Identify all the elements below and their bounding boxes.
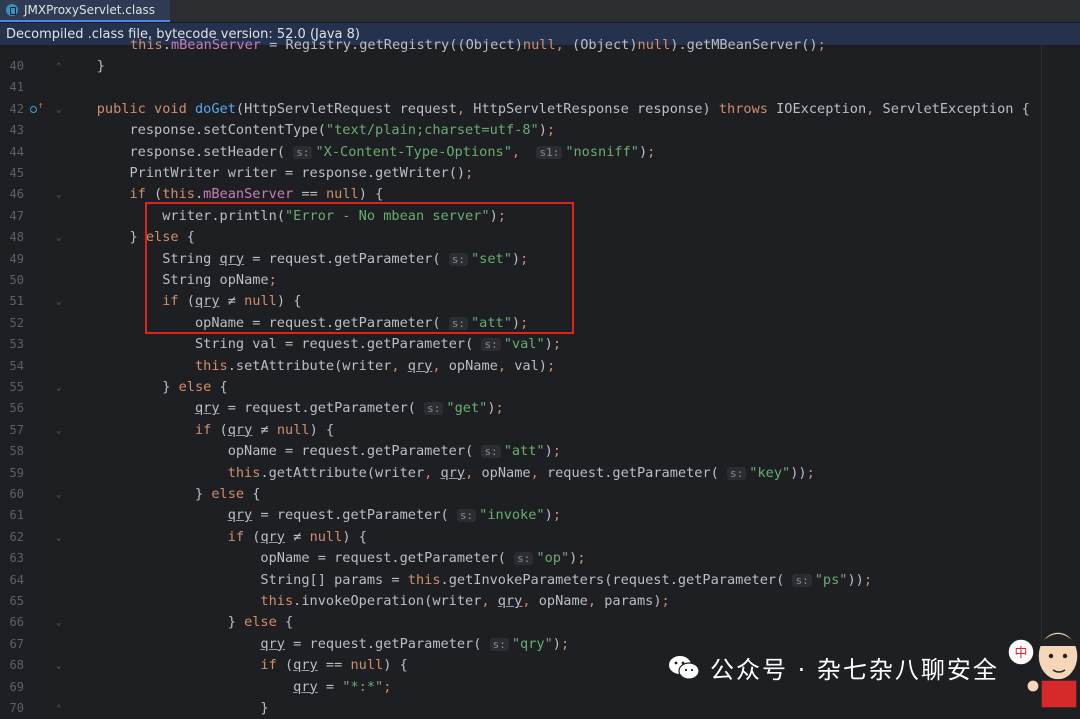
line-number: 49: [9, 251, 24, 266]
code-line: this.getAttribute(writer, qry, opName, r…: [227, 464, 815, 481]
fold-marker-icon[interactable]: ⌄: [56, 662, 64, 671]
fold-marker-icon[interactable]: ⌃: [56, 705, 64, 714]
fold-marker-icon[interactable]: ⌄: [56, 105, 64, 114]
fold-marker-icon[interactable]: ⌄: [56, 533, 64, 542]
tab-jmxproxyservlet[interactable]: JMXProxyServlet.class: [0, 0, 170, 22]
line-number: 67: [9, 636, 24, 651]
code-line: this.setAttribute(writer, qry, opName, v…: [194, 357, 556, 374]
code-line: if (qry ≠ null) {: [227, 528, 367, 545]
line-number: 62: [9, 529, 24, 544]
code-line: qry = request.getParameter( s: "get");: [194, 400, 504, 417]
line-number: 57: [9, 422, 24, 437]
fold-marker-icon[interactable]: ⌄: [56, 298, 64, 307]
tab-title: JMXProxyServlet.class: [24, 3, 156, 17]
code-line: }: [96, 58, 105, 74]
line-number: 55: [9, 380, 24, 394]
code-line: this.invokeOperation(writer, qry, opName…: [260, 593, 670, 609]
line-number: 58: [9, 444, 24, 459]
line-number: 44: [9, 144, 24, 159]
line-number: 56: [9, 401, 24, 416]
code-line: response.setHeader( s: "X-Content-Type-Op…: [129, 143, 656, 160]
right-margin-guide: [1041, 45, 1042, 708]
line-number: 65: [9, 594, 24, 608]
avatar-badge-text: 中: [1014, 646, 1027, 661]
line-number: 69: [9, 679, 24, 694]
line-number: 63: [9, 551, 24, 566]
line-number: 45: [9, 166, 24, 180]
code-line: } else {: [227, 614, 294, 631]
line-number: 46: [9, 187, 24, 202]
highlight-box: [145, 202, 574, 334]
code-line-partial: this.mBeanServer = Registry.getRegistry(…: [130, 36, 826, 53]
line-number: 51: [9, 294, 24, 309]
fold-marker-icon[interactable]: ⌄: [56, 191, 64, 200]
line-number: 41: [9, 80, 24, 95]
code-line: } else {: [194, 486, 261, 502]
line-number: 43: [9, 123, 24, 138]
fold-marker-icon[interactable]: ⌃: [56, 63, 64, 72]
class-file-icon: [6, 4, 18, 16]
code-line: public void doGet(HttpServletRequest req…: [96, 100, 1030, 117]
code-line: } else {: [162, 379, 228, 395]
code-line: if (qry ≠ null) {: [194, 421, 335, 438]
fold-marker-icon[interactable]: ⌄: [56, 426, 64, 435]
wechat-icon: [669, 655, 700, 680]
override-marker-icon[interactable]: [30, 105, 37, 113]
fold-marker-icon[interactable]: ⌄: [56, 384, 64, 393]
code-line: qry = request.getParameter( s: "invoke");: [227, 507, 561, 524]
line-number: 66: [9, 615, 24, 630]
code-area[interactable]: this.mBeanServer = Registry.getRegistry(…: [80, 37, 1080, 716]
code-line: qry = "*:*";: [293, 678, 392, 695]
override-arrow-icon: ↑: [38, 100, 44, 111]
code-line: String[] params = this.getInvokeParamete…: [260, 571, 873, 588]
code-line: opName = request.getParameter( s: "op");: [260, 550, 586, 567]
line-number: 42: [9, 101, 24, 116]
line-number: 60: [9, 487, 24, 501]
code-line: response.setContentType("text/plain;char…: [129, 122, 556, 139]
code-line: opName = request.getParameter( s: "att");: [227, 443, 561, 460]
watermark-text: 公众号 · 杂七杂八聊安全: [710, 656, 999, 684]
line-number: 53: [9, 337, 24, 352]
line-number: 61: [9, 508, 24, 523]
watermark: 公众号 · 杂七杂八聊安全: [668, 650, 999, 685]
fold-marker-icon[interactable]: ⌄: [56, 234, 64, 243]
line-number: 40: [9, 59, 24, 73]
code-line: if (qry == null) {: [260, 657, 408, 674]
fold-marker-icon[interactable]: ⌄: [56, 619, 64, 628]
code-line: PrintWriter writer = response.getWriter(…: [129, 165, 474, 181]
line-number: 70: [9, 701, 24, 715]
code-line: qry = request.getParameter( s: "qry");: [260, 635, 570, 652]
line-number: 68: [9, 658, 24, 673]
line-number: 54: [9, 358, 24, 373]
line-number: 59: [9, 465, 24, 480]
line-number: 47: [9, 208, 24, 223]
line-number: 48: [9, 230, 24, 245]
line-number: 64: [9, 572, 24, 587]
code-editor[interactable]: 40 ⌃ 41 42 ⌄ ↑ 43 44 45 46 ⌄ 47 48 ⌄ 49 50 51 ⌄ 52 53 54 55 ⌄ 5…: [0, 37, 1080, 716]
code-line: }: [260, 700, 269, 716]
editor-tab-bar: JMXProxyServlet.class: [0, 0, 1080, 23]
line-number: 50: [9, 273, 24, 287]
cartoon-avatar-image: 中: [1007, 631, 1079, 708]
fold-marker-icon[interactable]: ⌄: [56, 491, 64, 500]
code-line: String val = request.getParameter( s: "va…: [194, 336, 561, 353]
line-number: 52: [9, 315, 24, 330]
